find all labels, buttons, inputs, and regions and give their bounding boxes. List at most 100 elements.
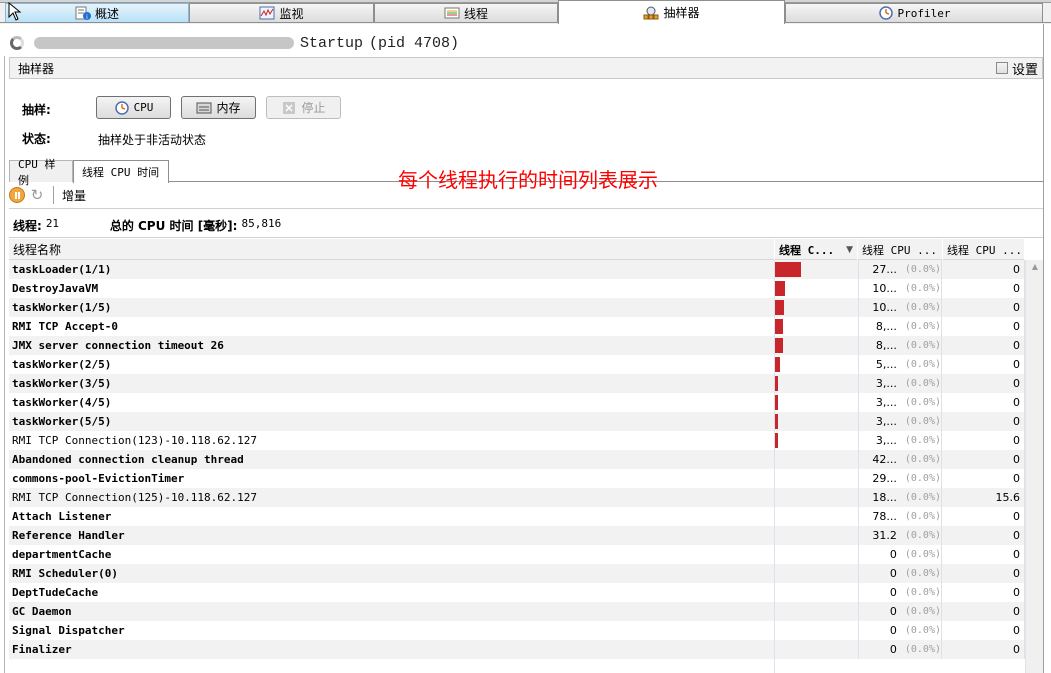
subtab-thread-cpu-time[interactable]: 线程 CPU 时间 bbox=[73, 160, 169, 183]
scroll-up-arrow-icon[interactable]: ▲ bbox=[1029, 262, 1041, 274]
table-row[interactable]: Attach Listener 78... (0.0%) 0 bbox=[9, 507, 1025, 526]
cpu-bar-cell bbox=[775, 507, 857, 526]
column-header-thread-cpu-bar[interactable]: 线程 C... ▼ bbox=[775, 239, 858, 260]
thread-name-cell: taskWorker(4/5) bbox=[12, 396, 112, 409]
settings-checkbox[interactable] bbox=[995, 62, 1008, 74]
cpu-time-percent: (0.0%) bbox=[904, 473, 941, 484]
total-cpu-time-label: 总的 CPU 时间 [毫秒]: bbox=[109, 219, 238, 233]
table-row[interactable]: RMI Scheduler(0) 0 (0.0%) 0 bbox=[9, 564, 1025, 583]
sampler-icon bbox=[643, 6, 659, 19]
window-left-border bbox=[4, 56, 5, 673]
cpu-time-percent: (0.0%) bbox=[904, 264, 941, 275]
monitor-chart-icon bbox=[259, 6, 275, 20]
cpu-time-bar bbox=[775, 376, 778, 391]
thread-name-cell: RMI TCP Connection(123)-10.118.62.127 bbox=[12, 434, 258, 447]
cpu-bar-cell bbox=[775, 336, 857, 355]
table-row[interactable]: Signal Dispatcher 0 (0.0%) 0 bbox=[9, 621, 1025, 640]
table-row[interactable]: RMI TCP Accept-0 8,... (0.0%) 0 bbox=[9, 317, 1025, 336]
table-row[interactable]: DestroyJavaVM 10... (0.0%) 0 bbox=[9, 279, 1025, 298]
tab-overview[interactable]: i 概述 bbox=[5, 3, 189, 22]
table-row[interactable]: Abandoned connection cleanup thread 42...… bbox=[9, 450, 1025, 469]
total-cpu-time-value: 85,816 bbox=[241, 217, 282, 230]
cpu-time-cell: 10... (0.0%) bbox=[858, 298, 942, 317]
refresh-icon[interactable]: ↻ bbox=[29, 187, 45, 203]
vertical-scrollbar[interactable]: ▲ bbox=[1025, 260, 1043, 673]
tab-monitor[interactable]: 监视 bbox=[189, 3, 374, 22]
cpu-bar-cell bbox=[775, 526, 857, 545]
table-row[interactable]: JMX server connection timeout 26 8,... (0.… bbox=[9, 336, 1025, 355]
cpu-value-cell: 15.6 bbox=[943, 488, 1025, 507]
column-header-thread-cpu[interactable]: 线程 CPU ... bbox=[943, 239, 1025, 260]
table-row[interactable]: departmentCache 0 (0.0%) 0 bbox=[9, 545, 1025, 564]
cpu-time-value: 0 bbox=[889, 605, 897, 618]
cpu-time-cell: 3,... (0.0%) bbox=[858, 412, 942, 431]
tab-sampler[interactable]: 抽样器 bbox=[558, 0, 785, 24]
summary-bar: 线程: 21 总的 CPU 时间 [毫秒]: 85,816 bbox=[13, 217, 281, 234]
tab-bar-divider bbox=[0, 22, 1051, 23]
cpu-time-bar bbox=[775, 281, 785, 296]
cpu-value-cell: 0 bbox=[943, 507, 1025, 526]
cpu-bar-cell bbox=[775, 621, 857, 640]
subtab-cpu-samples[interactable]: CPU 样例 bbox=[9, 158, 73, 187]
summary-divider bbox=[9, 237, 1043, 238]
cpu-value-cell: 0 bbox=[943, 545, 1025, 564]
clock-icon bbox=[114, 100, 129, 115]
cpu-time-cell: 3,... (0.0%) bbox=[858, 431, 942, 450]
cpu-value-cell: 0 bbox=[943, 298, 1025, 317]
table-row[interactable]: commons-pool-EvictionTimer 29... (0.0%) 0 bbox=[9, 469, 1025, 488]
table-row[interactable]: taskWorker(3/5) 3,... (0.0%) 0 bbox=[9, 374, 1025, 393]
thread-name-cell: taskWorker(1/5) bbox=[12, 301, 112, 314]
cpu-time-value: 8,... bbox=[875, 339, 897, 352]
cpu-value-cell: 0 bbox=[943, 621, 1025, 640]
cpu-time-value: 0 bbox=[889, 586, 897, 599]
results-toolbar: ↻ 增量 bbox=[9, 184, 86, 206]
table-row[interactable]: taskWorker(4/5) 3,... (0.0%) 0 bbox=[9, 393, 1025, 412]
table-row[interactable]: taskWorker(5/5) 3,... (0.0%) 0 bbox=[9, 412, 1025, 431]
thread-name-cell: RMI TCP Connection(125)-10.118.62.127 bbox=[12, 491, 258, 504]
tab-profiler[interactable]: Profiler bbox=[785, 3, 1043, 22]
table-row[interactable]: Reference Handler 31.2 (0.0%) 0 bbox=[9, 526, 1025, 545]
table-row[interactable]: GC Daemon 0 (0.0%) 0 bbox=[9, 602, 1025, 621]
table-row[interactable]: taskLoader(1/1) 27... (0.0%) 0 bbox=[9, 260, 1025, 279]
cpu-value-cell: 0 bbox=[943, 412, 1025, 431]
status-label: 状态: bbox=[22, 132, 51, 146]
table-row[interactable]: RMI TCP Connection(123)-10.118.62.127 3,.… bbox=[9, 431, 1025, 450]
cpu-time-cell: 8,... (0.0%) bbox=[858, 317, 942, 336]
app-name-suffix: Startup bbox=[300, 34, 364, 52]
table-row[interactable]: RMI TCP Connection(125)-10.118.62.127 18.… bbox=[9, 488, 1025, 507]
cpu-time-value: 0 bbox=[889, 567, 897, 580]
cpu-time-bar bbox=[775, 357, 780, 372]
table-body: taskLoader(1/1) 27... (0.0%) 0 DestroyJavaVM… bbox=[9, 260, 1025, 659]
redacted-app-name bbox=[34, 37, 294, 49]
cpu-time-percent: (0.0%) bbox=[904, 530, 941, 541]
cpu-time-percent: (0.0%) bbox=[904, 397, 941, 408]
cpu-bar-cell bbox=[775, 640, 857, 659]
toolbar-divider bbox=[9, 208, 1043, 209]
cpu-time-cell: 0 (0.0%) bbox=[858, 545, 942, 564]
table-row[interactable]: Finalizer 0 (0.0%) 0 bbox=[9, 640, 1025, 659]
table-row[interactable]: taskWorker(1/5) 10... (0.0%) 0 bbox=[9, 298, 1025, 317]
table-row[interactable]: taskWorker(2/5) 5,... (0.0%) 0 bbox=[9, 355, 1025, 374]
cpu-time-cell: 29... (0.0%) bbox=[858, 469, 942, 488]
column-header-thread-cpu-time[interactable]: 线程 CPU ... bbox=[858, 239, 943, 260]
memory-sample-button[interactable]: 内存 bbox=[181, 96, 256, 119]
stop-sample-button[interactable]: 停止 bbox=[266, 96, 341, 119]
pause-icon[interactable] bbox=[9, 187, 25, 203]
stop-icon bbox=[283, 101, 296, 114]
thread-cpu-time-table: 线程名称 线程 C... ▼ 线程 CPU ... 线程 CPU ... tas… bbox=[9, 239, 1025, 659]
settings-toggle[interactable]: 设置 bbox=[995, 59, 1038, 78]
tab-threads[interactable]: 线程 bbox=[374, 3, 558, 22]
cpu-bar-cell bbox=[775, 469, 857, 488]
delta-toggle[interactable]: 增量 bbox=[62, 187, 86, 204]
cpu-sample-button[interactable]: CPU bbox=[96, 96, 171, 119]
thread-name-cell: taskLoader(1/1) bbox=[12, 263, 112, 276]
cpu-time-percent: (0.0%) bbox=[904, 606, 941, 617]
cpu-time-value: 0 bbox=[889, 548, 897, 561]
cpu-time-cell: 3,... (0.0%) bbox=[858, 393, 942, 412]
column-header-thread-name[interactable]: 线程名称 bbox=[9, 239, 775, 260]
thread-name-cell: GC Daemon bbox=[12, 605, 72, 618]
cpu-bar-cell bbox=[775, 279, 857, 298]
table-row[interactable]: DeptTudeCache 0 (0.0%) 0 bbox=[9, 583, 1025, 602]
cpu-time-bar bbox=[775, 414, 778, 429]
cpu-time-percent: (0.0%) bbox=[904, 492, 941, 503]
